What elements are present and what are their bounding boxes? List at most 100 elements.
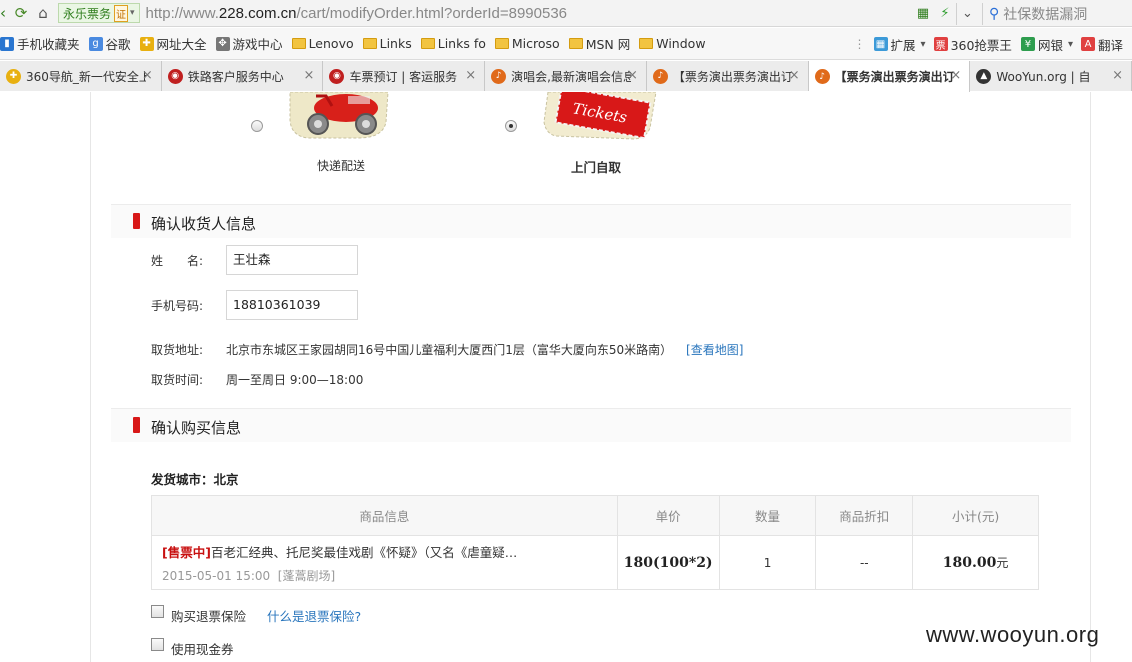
bookmark-item[interactable]: MSN 网 [568,34,630,53]
qr-code-icon[interactable]: ▦ [912,3,934,25]
railway-icon: ◉ [167,68,183,84]
purchase-section-title: 确认购买信息 [151,419,242,437]
folder-icon [362,37,377,51]
bookmark-item[interactable]: Window [639,36,706,51]
site-identity-badge[interactable]: 永乐票务 证 ▾ [58,3,140,23]
address-text: 北京市东城区王家园胡同16号中国儿童福利大厦西门1层（富华大厦向东50米路南） [226,343,673,357]
bookmark-item[interactable]: Links [362,36,412,51]
bookmark-item[interactable]: ✥ 游戏中心 [215,34,283,53]
tab-1[interactable]: ◉ 铁路客户服务中心 × [161,61,324,91]
bookmark-item[interactable]: Microso [494,36,560,51]
venue-name: [蓬蒿剧场] [277,568,336,583]
content-border-right [1090,92,1091,662]
close-icon[interactable]: × [627,68,638,83]
delivery-option-pickup-radio[interactable] [505,120,517,132]
search-input[interactable]: ⚲ 社保数据漏洞 [982,2,1132,25]
bookmark-item[interactable]: Lenovo [291,36,354,51]
name-field[interactable]: 王壮森 [226,245,358,275]
product-name-link[interactable]: 百老汇经典、托尼奖最佳戏剧《怀疑》（又名《虐童疑… [211,545,517,560]
lightning-icon[interactable]: ⚡ [934,3,956,25]
nav-360-icon: ✚ [6,68,21,84]
folder-icon [639,37,654,51]
order-table: 商品信息 单价 数量 商品折扣 小计(元) [售票中]百老汇经典、托尼奖最佳戏剧… [151,495,1039,590]
folder-icon [420,37,435,51]
tab-label: 演唱会,最新演唱会信息 [511,69,632,84]
grid-icon: ▦ [873,37,888,51]
close-icon[interactable]: × [304,68,315,83]
scooter-delivery-image[interactable] [288,92,390,140]
purchase-section-header: 确认购买信息 [111,408,1071,442]
show-datetime: 2015-05-01 15:00 [162,568,271,583]
bookmarks-bar: ▮ 手机收藏夹 g 谷歌 ✚ 网址大全 ✥ 游戏中心 Lenovo Links Links fo Mi… [0,28,1132,60]
tab-label: 【票务演出票务演出订 [672,69,793,84]
close-icon[interactable]: × [789,68,800,83]
view-map-link[interactable]: [查看地图] [686,343,743,357]
yongle-icon: ♪ [814,69,830,84]
tab-label: 铁路客户服务中心 [187,69,284,84]
yongle-icon: ♪ [491,68,507,84]
delivery-option-express-label[interactable]: 快递配送 [317,157,365,174]
bookmark-right-item[interactable]: ▦ 扩展 [873,35,916,54]
bookmark-right-item[interactable]: A 翻译 [1080,35,1123,54]
receiver-section-header: 确认收货人信息 [111,204,1071,238]
phone-field[interactable]: 18810361039 [226,290,358,320]
bookmark-item[interactable]: ▮ 手机收藏夹 [0,34,80,53]
tab-2[interactable]: ◉ 车票预订 | 客运服务 × [323,61,486,91]
insurance-label[interactable]: 购买退票保险 [171,606,246,625]
folder-icon [494,37,509,51]
ticket-icon: 票 [933,37,948,52]
chevron-down-icon[interactable]: ▾ [921,39,926,50]
status-badge: [售票中] [162,544,211,560]
tab-label: 【票务演出票务演出订 [834,70,955,84]
bookmark-right-item[interactable]: ¥ 网银 [1020,35,1063,54]
product-info-cell: [售票中]百老汇经典、托尼奖最佳戏剧《怀疑》（又名《虐童疑… 2015-05-0… [151,535,618,590]
close-icon[interactable]: × [465,68,476,83]
address-label: 取货地址: [151,343,204,357]
name-label: 姓 名: [151,254,204,268]
chevron-down-icon[interactable]: ▾ [1068,39,1073,50]
col-quantity: 数量 [718,495,817,536]
google-icon: g [88,36,103,51]
col-product-info: 商品信息 [151,495,618,536]
gamepad-icon: ✥ [215,36,230,51]
tickets-pickup-image[interactable]: Tickets [542,92,658,140]
certificate-icon: 证 [114,4,129,22]
tab-3[interactable]: ♪ 演唱会,最新演唱会信息 × [485,61,647,91]
order-table-header: 商品信息 单价 数量 商品折扣 小计(元) [151,495,1039,536]
voucher-checkbox[interactable] [151,638,164,651]
more-icon[interactable]: ⋮ [854,37,866,51]
tab-4[interactable]: ♪ 【票务演出票务演出订 × [646,61,809,91]
phone-icon: ▮ [0,36,14,51]
insurance-checkbox[interactable] [151,605,164,618]
tab-label: WooYun.org | 自 [996,69,1091,84]
chevron-down-icon: ▾ [130,8,135,18]
col-subtotal: 小计(元) [912,495,1039,536]
quantity-cell: 1 [718,535,817,590]
phone-label: 手机号码: [151,299,204,313]
close-icon[interactable]: × [1112,68,1123,83]
tab-0[interactable]: ✚ 360导航_新一代安全上网× [0,61,162,91]
bookmark-item[interactable]: g 谷歌 [88,34,131,53]
bookmark-item[interactable]: ✚ 网址大全 [139,34,207,53]
insurance-help-link[interactable]: 什么是退票保险? [267,606,361,625]
folder-icon [568,37,583,51]
back-partial-icon[interactable]: ‹ [0,2,10,24]
home-icon[interactable]: ⌂ [32,2,54,24]
close-icon[interactable]: × [142,68,153,83]
url-field[interactable]: http://www.228.com.cn/cart/modifyOrder.h… [146,5,567,22]
receiver-section-title: 确认收货人信息 [151,215,257,233]
bookmark-item[interactable]: Links fo [420,36,486,51]
section-marker [133,417,140,433]
pickup-time-value: 周一至周日 9:00—18:00 [226,373,364,387]
bookmark-right-item[interactable]: 票 360抢票王 [933,35,1012,54]
delivery-option-pickup-label[interactable]: 上门自取 [571,157,621,176]
search-icon: ⚲ [989,5,1000,22]
tab-5[interactable]: ♪ 【票务演出票务演出订 × [808,61,971,92]
tab-6[interactable]: ▲ WooYun.org | 自 × [970,61,1132,91]
voucher-label[interactable]: 使用现金券 [171,639,234,658]
refresh-icon[interactable]: ⟳ [10,2,32,24]
chevron-down-icon[interactable]: ⌄ [956,2,978,25]
close-icon[interactable]: × [950,68,961,83]
tab-strip: ✚360导航_新一代安全上网×◉铁路客户服务中心×◉车票预订 | 客运服务×♪演… [0,61,1132,92]
delivery-option-express-radio[interactable] [251,120,263,132]
